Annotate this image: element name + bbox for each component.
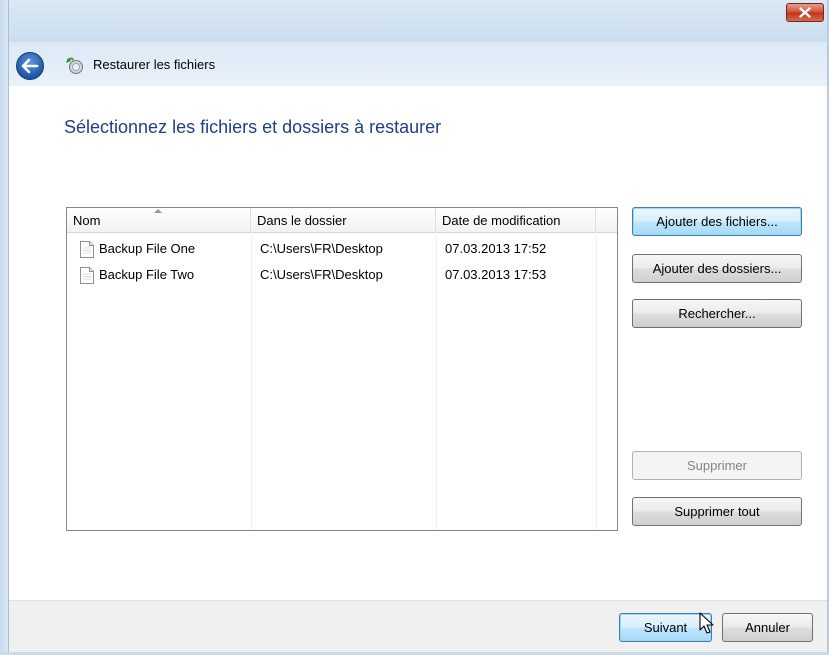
sort-ascending-icon xyxy=(154,209,162,213)
add-files-button[interactable]: Ajouter des fichiers... xyxy=(632,207,802,236)
window-frame-left xyxy=(0,0,9,655)
column-header-modified-label: Date de modification xyxy=(442,213,561,228)
column-header-modified[interactable]: Date de modification xyxy=(436,208,596,232)
back-button[interactable] xyxy=(16,52,44,80)
file-folder: C:\Users\FR\Desktop xyxy=(260,267,383,282)
file-modified: 07.03.2013 17:52 xyxy=(445,241,547,256)
restore-files-window: Restaurer les fichiers Sélectionnez les … xyxy=(0,0,829,655)
restore-files-icon xyxy=(66,57,83,74)
column-header-folder-label: Dans le dossier xyxy=(257,213,347,228)
file-icon xyxy=(80,241,94,258)
page-heading: Sélectionnez les fichiers et dossiers à … xyxy=(64,117,442,137)
close-icon xyxy=(799,7,811,18)
table-row[interactable]: Backup File One C:\Users\FR\Desktop 07.0… xyxy=(67,238,617,260)
file-name: Backup File Two xyxy=(99,267,195,282)
column-header-name-label: Nom xyxy=(73,213,101,228)
file-name: Backup File One xyxy=(99,241,196,256)
file-list-view[interactable]: Nom Dans le dossier Date de modification… xyxy=(66,207,618,531)
column-header-folder[interactable]: Dans le dossier xyxy=(251,208,436,232)
window-frame-top xyxy=(0,0,829,48)
column-header-name[interactable]: Nom xyxy=(67,208,251,232)
add-folders-button[interactable]: Ajouter des dossiers... xyxy=(632,254,802,283)
back-arrow-icon xyxy=(21,58,39,74)
file-folder: C:\Users\FR\Desktop xyxy=(260,241,383,256)
window-title: Restaurer les fichiers xyxy=(93,57,216,72)
remove-all-button[interactable]: Supprimer tout xyxy=(632,497,802,526)
file-icon xyxy=(80,267,94,284)
remove-button[interactable]: Supprimer xyxy=(632,451,802,480)
file-modified: 07.03.2013 17:53 xyxy=(445,267,547,282)
mouse-pointer-icon xyxy=(699,612,714,634)
list-header: Nom Dans le dossier Date de modification xyxy=(67,208,617,233)
table-row[interactable]: Backup File Two C:\Users\FR\Desktop 07.0… xyxy=(67,264,617,286)
close-button[interactable] xyxy=(786,3,824,22)
cancel-button[interactable]: Annuler xyxy=(722,613,813,642)
search-button[interactable]: Rechercher... xyxy=(632,299,802,328)
